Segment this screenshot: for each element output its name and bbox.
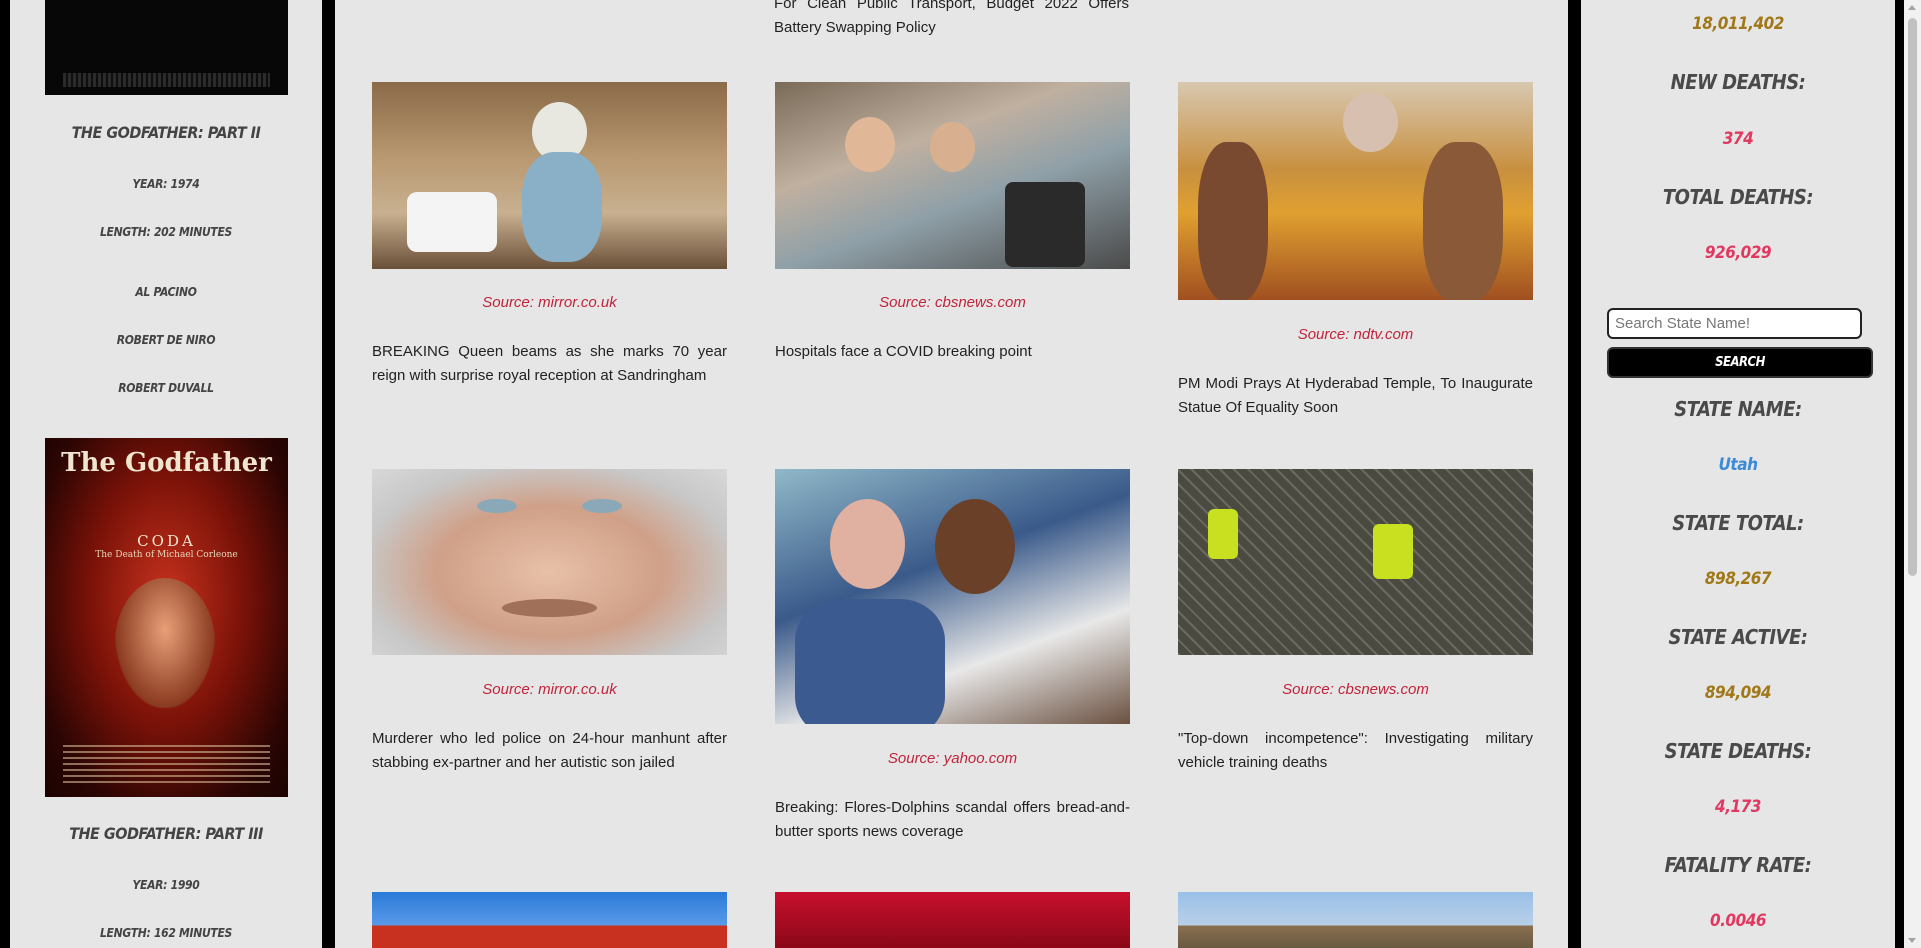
movie-poster-part-iii: The Godfather CODA The Death of Michael … (45, 438, 288, 797)
poster-coda: CODA (137, 532, 196, 550)
state-active-value: 894,094 (1704, 683, 1772, 703)
state-name-label: State Name: (1674, 397, 1802, 421)
new-deaths-value: 374 (1722, 129, 1754, 149)
fatality-rate-value: 0.0046 (1709, 911, 1767, 931)
news-image[interactable] (372, 82, 727, 269)
poster-title: The Godfather (61, 448, 272, 478)
scroll-down-icon[interactable] (1908, 938, 1916, 943)
news-headline[interactable]: BREAKING Queen beams as she marks 70 yea… (372, 340, 727, 388)
news-feed: For Clean Public Transport, Budget 2022 … (335, 0, 1568, 948)
poster-subtitle: The Death of Michael Corleone (95, 550, 238, 560)
news-image[interactable] (1178, 469, 1533, 655)
movie-length: Length: 162 Minutes (99, 926, 233, 940)
movie-year: Year: 1990 (132, 878, 200, 892)
movie-length: Length: 202 Minutes (99, 225, 233, 239)
state-total-label: State Total: (1672, 511, 1804, 535)
cast-member: Al Pacino (135, 285, 197, 299)
state-deaths-label: State Deaths: (1664, 739, 1812, 763)
state-search-input[interactable] (1607, 308, 1862, 339)
news-headline[interactable]: For Clean Public Transport, Budget 2022 … (774, 0, 1129, 40)
news-source: Source: mirror.co.uk (482, 681, 617, 698)
news-image[interactable] (775, 82, 1130, 269)
state-name-value: Utah (1718, 455, 1758, 475)
movie-column: The Godfather: Part II Year: 1974 Length… (10, 0, 322, 948)
movie-title: The Godfather: Part III (69, 824, 263, 843)
news-source: Source: cbsnews.com (879, 294, 1026, 311)
news-headline[interactable]: Breaking: Flores-Dolphins scandal offers… (775, 796, 1130, 844)
news-source: Source: cbsnews.com (1282, 681, 1429, 698)
news-image[interactable] (775, 469, 1130, 724)
state-deaths-value: 4,173 (1715, 797, 1761, 817)
state-active-label: State Active: (1668, 625, 1808, 649)
news-headline[interactable]: "Top-down incompetence": Investigating m… (1178, 727, 1533, 775)
news-headline[interactable]: Murderer who led police on 24-hour manhu… (372, 727, 727, 775)
news-source: Source: yahoo.com (887, 750, 1018, 767)
movie-poster-part-ii (45, 0, 288, 95)
news-image[interactable] (775, 892, 1130, 948)
scroll-up-icon[interactable] (1908, 5, 1916, 10)
new-deaths-label: New Deaths: (1670, 70, 1806, 94)
cast-member: Robert Duvall (118, 381, 214, 395)
news-image[interactable] (1178, 892, 1533, 948)
fatality-rate-label: Fatality Rate: (1664, 853, 1812, 877)
movie-title: The Godfather: Part II (71, 123, 261, 142)
stats-column: 18,011,402 New Deaths: 374 Total Deaths:… (1581, 0, 1895, 948)
news-headline[interactable]: Hospitals face a COVID breaking point (775, 340, 1130, 364)
total-deaths-value: 926,029 (1704, 243, 1772, 263)
cast-member: Robert De Niro (116, 333, 216, 347)
news-headline[interactable]: PM Modi Prays At Hyderabad Temple, To In… (1178, 372, 1533, 420)
news-image[interactable] (372, 469, 727, 655)
news-image[interactable] (1178, 82, 1533, 300)
search-button[interactable]: Search (1607, 347, 1873, 378)
news-source: Source: mirror.co.uk (482, 294, 617, 311)
active-cases-value: 18,011,402 (1692, 14, 1784, 34)
news-image[interactable] (372, 892, 727, 948)
news-source: Source: ndtv.com (1297, 326, 1414, 343)
total-deaths-label: Total Deaths: (1662, 185, 1814, 209)
page-scrollbar[interactable] (1904, 0, 1921, 948)
state-total-value: 898,267 (1704, 569, 1772, 589)
movie-year: Year: 1974 (132, 177, 200, 191)
scrollbar-thumb[interactable] (1908, 18, 1917, 576)
